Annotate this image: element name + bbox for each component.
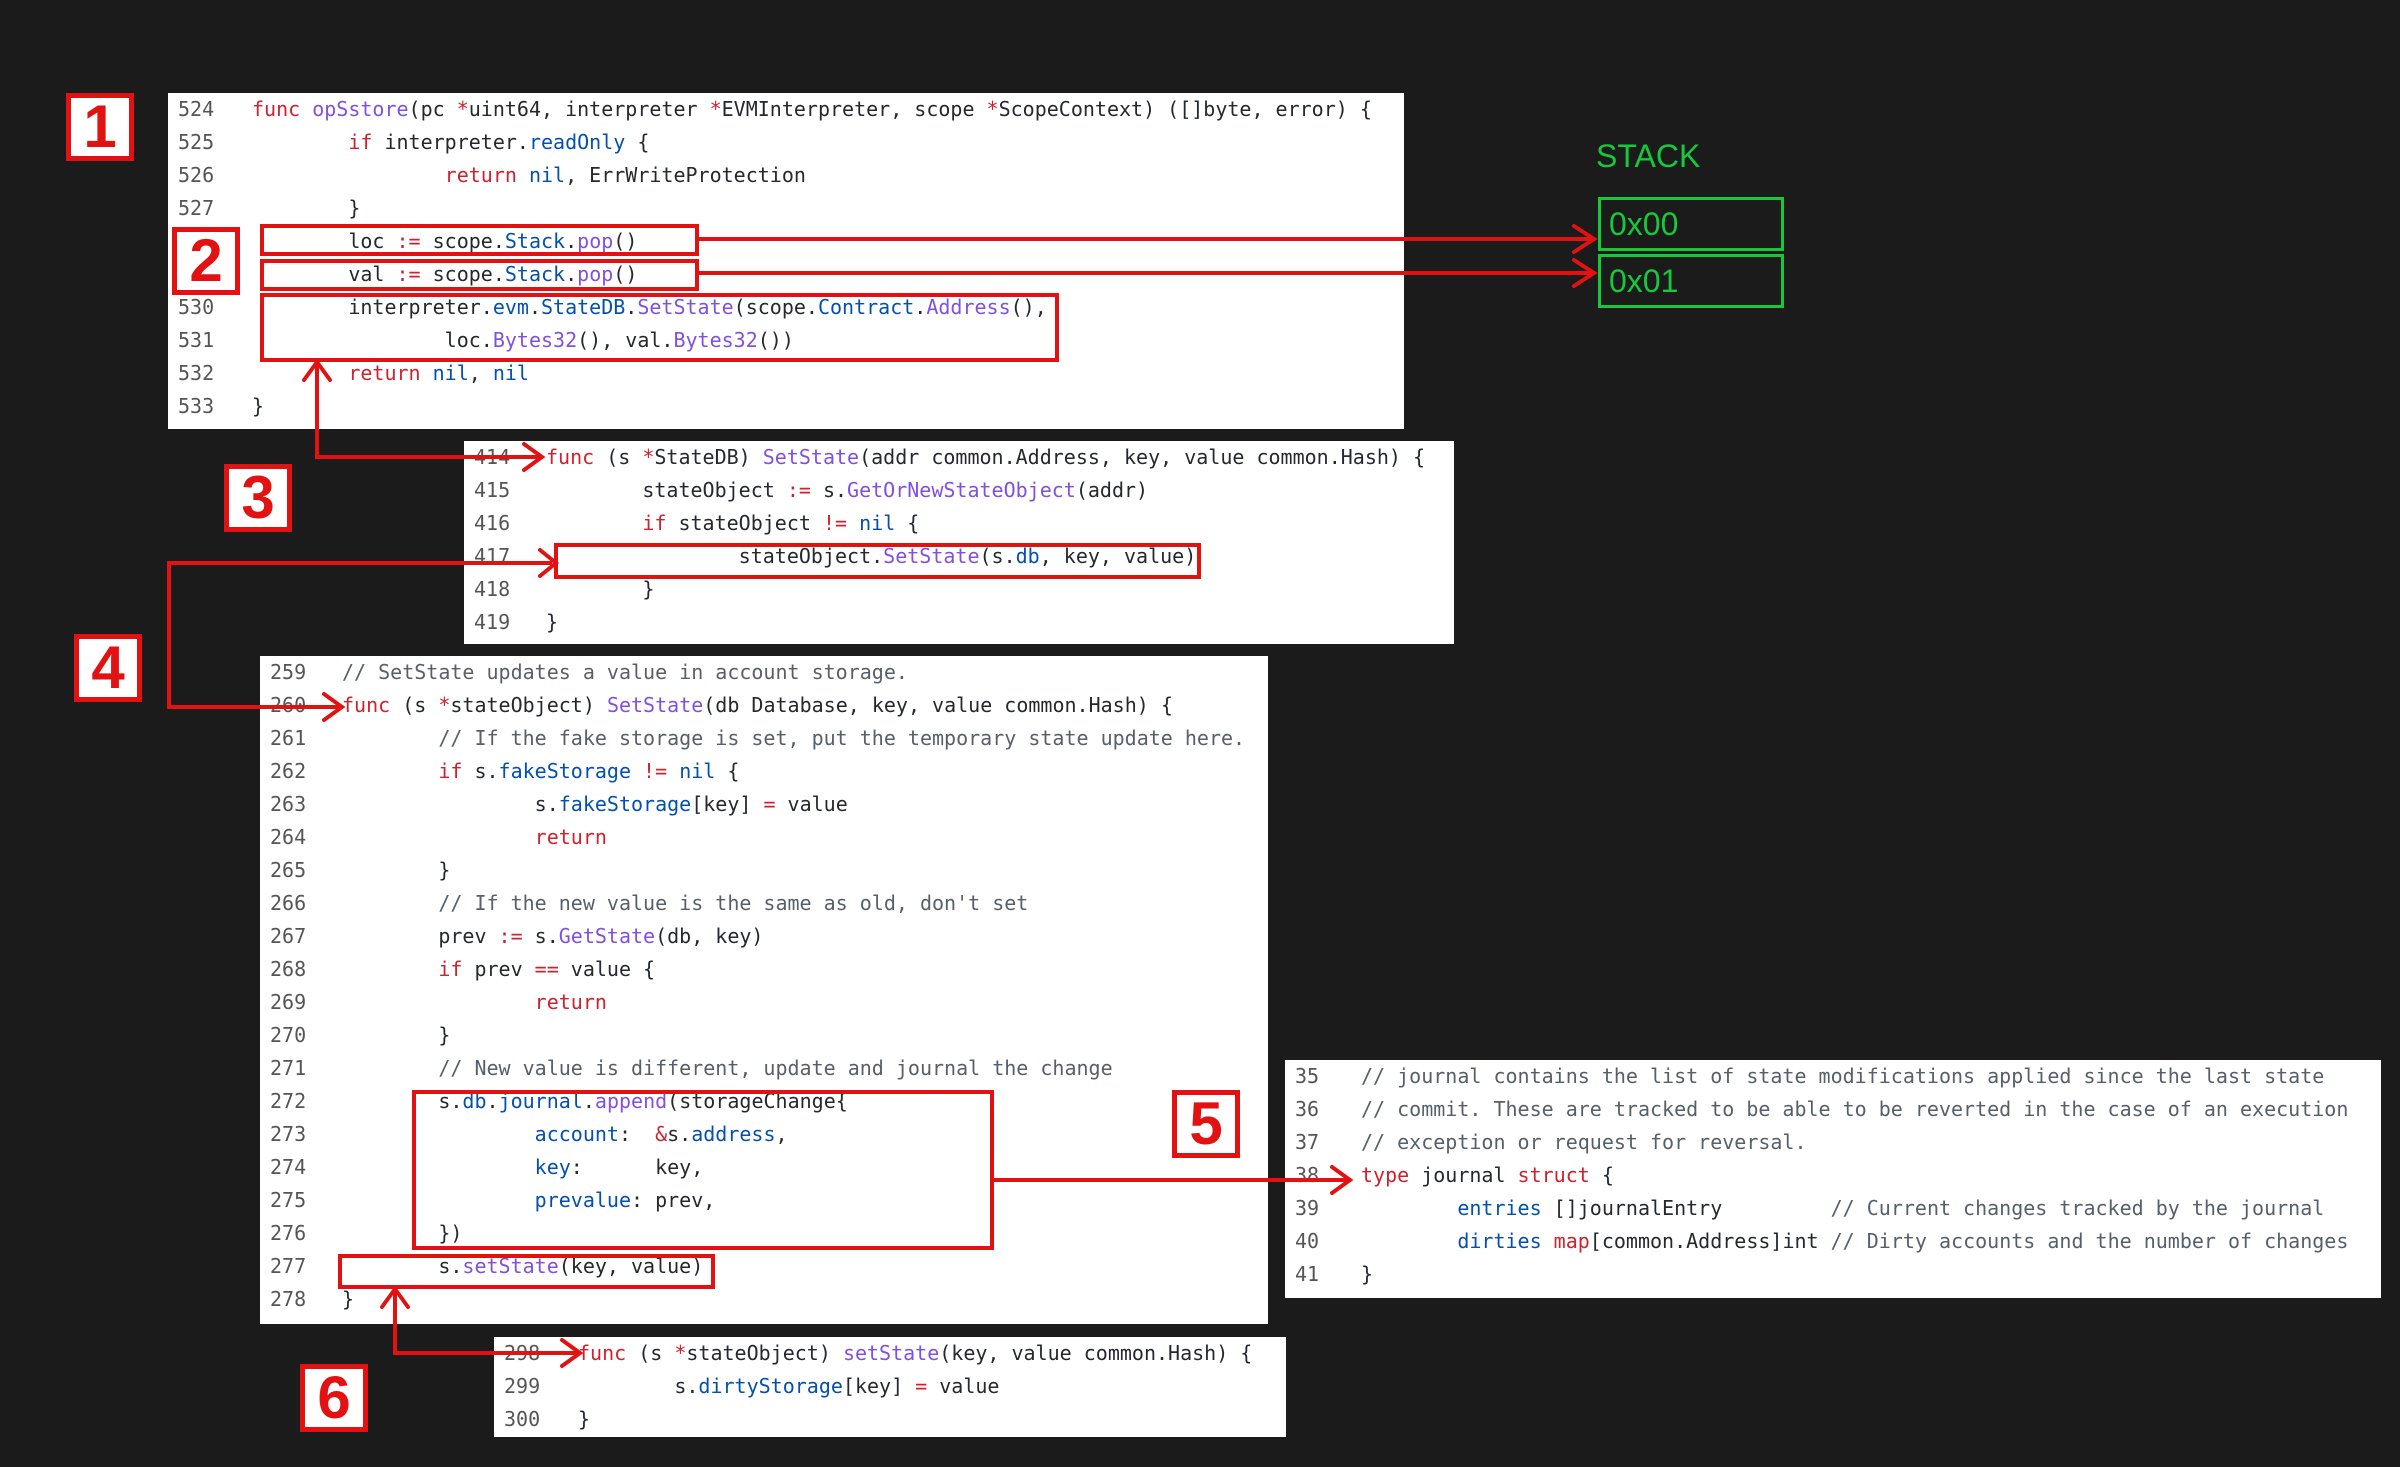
- arrow-setstate-to-private: [393, 1289, 578, 1355]
- annotation-overlay: [167, 224, 1598, 1368]
- highlight-setstate-private-call: [338, 1254, 715, 1289]
- highlight-journal-append: [412, 1090, 994, 1250]
- highlight-stateobject-setstate-call: [554, 543, 1201, 579]
- arrow-call-to-statedb: [315, 362, 540, 459]
- highlight-loc-pop: [260, 224, 699, 256]
- highlight-statedb-setstate-call: [260, 293, 1059, 362]
- highlight-val-pop: [260, 259, 699, 291]
- arrow-call-to-stateobject: [167, 561, 552, 709]
